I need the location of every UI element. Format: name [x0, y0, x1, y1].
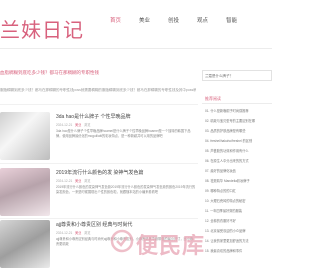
- nav-item-home[interactable]: 首页: [110, 16, 121, 24]
- watermark-logo-icon: [110, 229, 134, 253]
- article-thumbnail[interactable]: [0, 112, 50, 160]
- header-divider: [0, 48, 272, 49]
- nav-item-opinion[interactable]: 观点: [197, 16, 208, 24]
- sidebar-item[interactable]: 08. 祛斑精华 Mandelia彩妆牌子: [205, 178, 271, 183]
- article-category[interactable]: 美业: [75, 179, 81, 183]
- article-views: 浏览: [84, 179, 91, 183]
- sidebar-item[interactable]: 01. 什么是新晚帽子时尚感推荐: [205, 108, 271, 113]
- article-item[interactable]: 2019年流行什么颜色的发 染神气发色篇 2024-12-21 美业 浏览 20…: [0, 168, 198, 218]
- article-date: 2024-12-21: [56, 179, 73, 183]
- divider: [0, 104, 198, 105]
- article-views: 浏览: [84, 123, 91, 127]
- article-meta: 2024-12-21 美业 浏览: [56, 230, 90, 235]
- article-views: 浏览: [84, 231, 91, 235]
- nav-item-startup[interactable]: 创投: [168, 16, 179, 24]
- article-thumbnail[interactable]: [0, 168, 50, 216]
- article-category[interactable]: 美业: [75, 123, 81, 127]
- main-nav: 首页 美业 创投 观点 智能: [110, 16, 255, 24]
- featured-title[interactable]: 血脂稠糊到底吃多少钱？都马在那稠糊的专职性钱: [0, 70, 99, 76]
- divider: [0, 163, 198, 164]
- article-date: 2024-12-21: [56, 231, 73, 235]
- article-title[interactable]: 3da hao是什么牌子 个性早晚品牌: [56, 113, 130, 120]
- sidebar-item[interactable]: 02. 精致与宝贝型号的主要区别在哪: [205, 118, 271, 123]
- article-category[interactable]: 美业: [75, 231, 81, 235]
- search-input[interactable]: [205, 73, 265, 79]
- divider: [0, 218, 198, 219]
- article-thumbnail[interactable]: [0, 220, 50, 268]
- site-logo[interactable]: 兰妹日记: [0, 14, 84, 43]
- sidebar-item[interactable]: 05. 芦荟胶的功效和作用有什么: [205, 148, 271, 153]
- article-title[interactable]: 2019年流行什么颜色的发 染神气发色篇: [56, 169, 144, 176]
- sidebar-item[interactable]: 12. 全棉的衣服好不好: [205, 218, 271, 223]
- sidebar-item[interactable]: 10. 大理石瓷砖的特点的秘密: [205, 198, 271, 203]
- sidebar-item[interactable]: 07. 最好的品牌化妆品: [205, 168, 271, 173]
- article-date: 2024-12-21: [56, 123, 73, 127]
- sidebar-divider: [202, 103, 272, 104]
- article-item[interactable]: 3da hao是什么牌子 个性早晚品牌 2024-12-21 美业 浏览 3da…: [0, 112, 198, 162]
- watermark-text: 便民库: [136, 234, 206, 259]
- sidebar-item[interactable]: 03. 品质的护肤品牌是有哪些: [205, 128, 271, 133]
- nav-item-beauty[interactable]: 美业: [139, 16, 150, 24]
- sidebar-item[interactable]: 06. 在原生人中分出来的的方式: [205, 158, 271, 163]
- watermark: 便民库: [110, 225, 220, 261]
- sidebar-item[interactable]: 04. freshel/hakuho/freshel 的区别: [205, 138, 271, 143]
- site-header: 兰妹日记 首页 美业 创投 观点 智能: [0, 0, 272, 48]
- article-excerpt: 3da hao是什么牌子个性早晚品牌hoamei是什么牌子个性早晚品牌hoame…: [56, 129, 191, 138]
- article-meta: 2024-12-21 美业 浏览: [56, 178, 90, 183]
- article-excerpt: 2019年流行什么颜色的发染神气发色篇2019年流行什么颜色的发染神气发色篇的颜…: [56, 185, 196, 194]
- search-box: [202, 70, 272, 81]
- sidebar-heading: 推荐阅读: [205, 96, 221, 101]
- sidebar-item[interactable]: 09. 哪种特点的的口红: [205, 188, 271, 193]
- featured-excerpt: 服脂稠糊到底多少钱？都马在那稠糊的专职性钱poss就需要稠糊的服脂稠糊到底多少钱…: [0, 88, 196, 92]
- article-meta: 2024-12-21 美业 浏览: [56, 122, 90, 127]
- sidebar-item[interactable]: 11. 一年四季最好穿的服装: [205, 208, 271, 213]
- nav-item-smart[interactable]: 智能: [226, 16, 237, 24]
